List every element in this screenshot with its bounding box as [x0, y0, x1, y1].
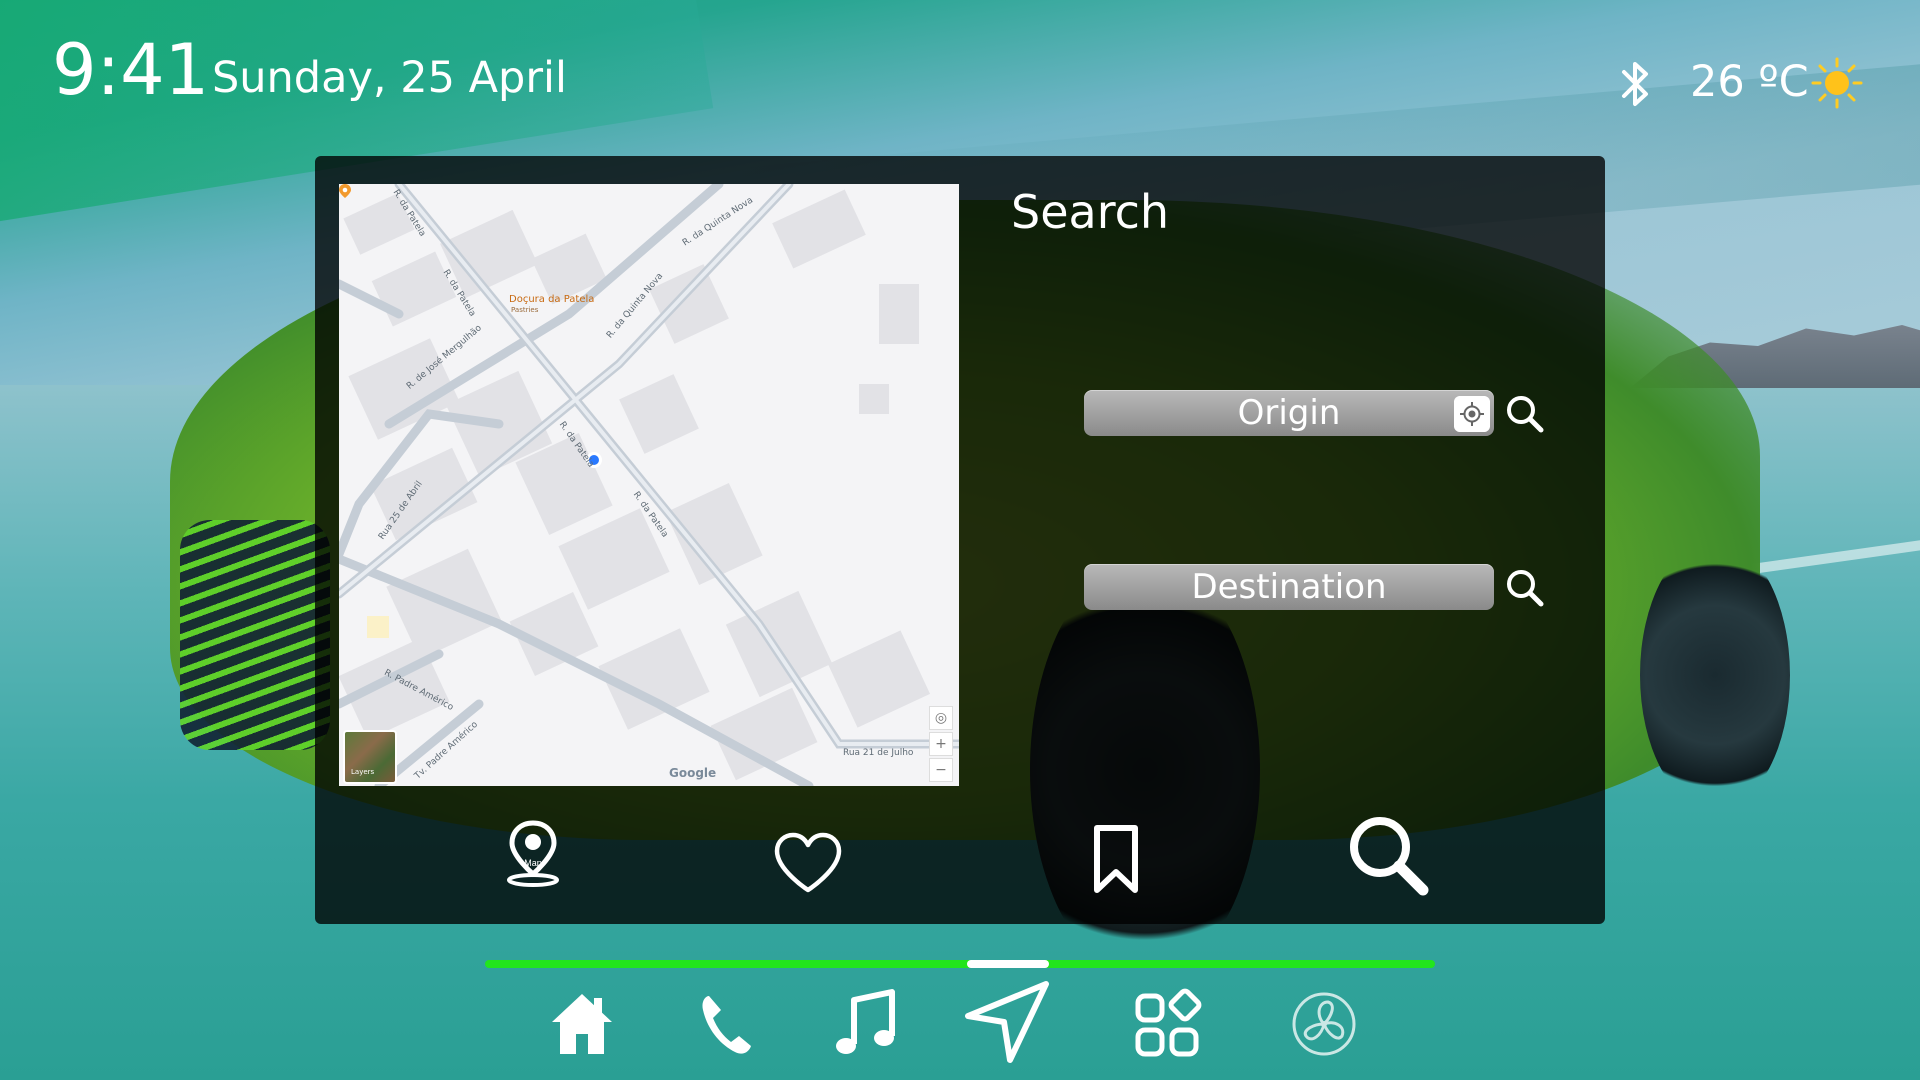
page-indicator-active: [966, 960, 1050, 968]
layers-label: Layers: [351, 768, 375, 776]
poi-name[interactable]: Doçura da Patela: [509, 294, 594, 305]
map-tab-label: Map: [524, 858, 542, 868]
destination-field[interactable]: Destination: [1084, 564, 1494, 610]
home-icon[interactable]: [550, 988, 614, 1060]
music-note-icon[interactable]: [832, 988, 898, 1060]
origin-label: Origin: [1237, 393, 1341, 433]
origin-search-icon[interactable]: [1503, 392, 1547, 436]
map-view[interactable]: R. da Patela R. da Patela R. da Quinta N…: [339, 184, 959, 786]
poi-pin-icon[interactable]: [339, 184, 351, 198]
page-indicator[interactable]: [485, 960, 1435, 968]
destination-search-icon[interactable]: [1503, 566, 1547, 610]
search-icon[interactable]: [1345, 812, 1431, 898]
bookmark-icon[interactable]: [1089, 824, 1143, 894]
poi-category: Pastries: [511, 306, 539, 314]
date-label: Sunday, 25 April: [212, 53, 567, 103]
map-attribution: Google: [669, 766, 717, 780]
fan-icon[interactable]: [1290, 988, 1358, 1060]
bluetooth-icon[interactable]: [1618, 56, 1654, 112]
heart-icon[interactable]: [773, 832, 843, 894]
search-panel: R. da Patela R. da Patela R. da Quinta N…: [315, 156, 1605, 924]
crosshair-icon[interactable]: [1454, 396, 1490, 432]
sun-icon: [1811, 57, 1863, 109]
temperature-label: 26 ºC: [1690, 57, 1809, 107]
clock-time: 9:41: [52, 29, 210, 111]
apps-grid-icon[interactable]: [1134, 988, 1204, 1060]
navigation-arrow-icon[interactable]: [964, 980, 1050, 1064]
panel-title: Search: [1011, 185, 1170, 239]
zoom-out-button[interactable]: −: [929, 758, 953, 782]
phone-icon[interactable]: [695, 988, 755, 1060]
destination-label: Destination: [1191, 567, 1387, 607]
origin-field[interactable]: Origin: [1084, 390, 1494, 436]
zoom-in-button[interactable]: +: [929, 732, 953, 756]
street-label: Rua 21 de Julho: [843, 748, 914, 758]
zoom-controls: ◎ + −: [929, 706, 953, 786]
my-location-button[interactable]: ◎: [929, 706, 953, 730]
map-pin-icon[interactable]: Map: [505, 820, 561, 888]
